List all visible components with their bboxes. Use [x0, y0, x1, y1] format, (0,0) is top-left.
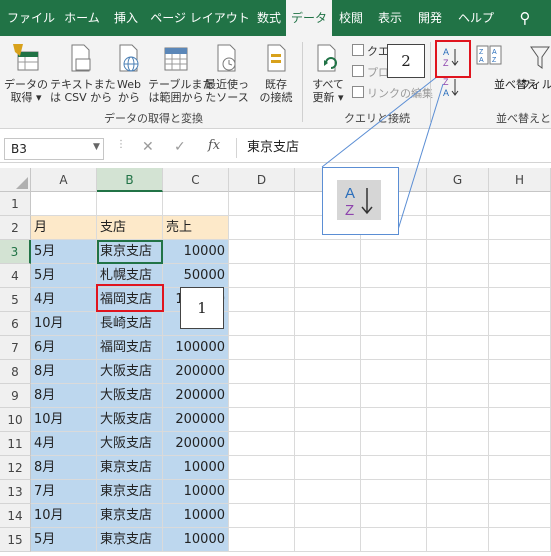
callout-step-2: 2: [387, 44, 425, 78]
svg-text:Z: Z: [345, 202, 354, 219]
magnified-sort-ascending-button: A Z: [322, 167, 399, 235]
sort-ascending-icon: A Z: [345, 185, 373, 219]
callout-zoom-lines: [321, 75, 444, 234]
magnified-button-bg: A Z: [337, 180, 381, 220]
callout-highlight-sort-button: [435, 40, 471, 78]
callout-highlight-cell-b5: [96, 284, 164, 312]
svg-text:A: A: [345, 185, 355, 202]
callout-step-1: 1: [180, 287, 224, 329]
